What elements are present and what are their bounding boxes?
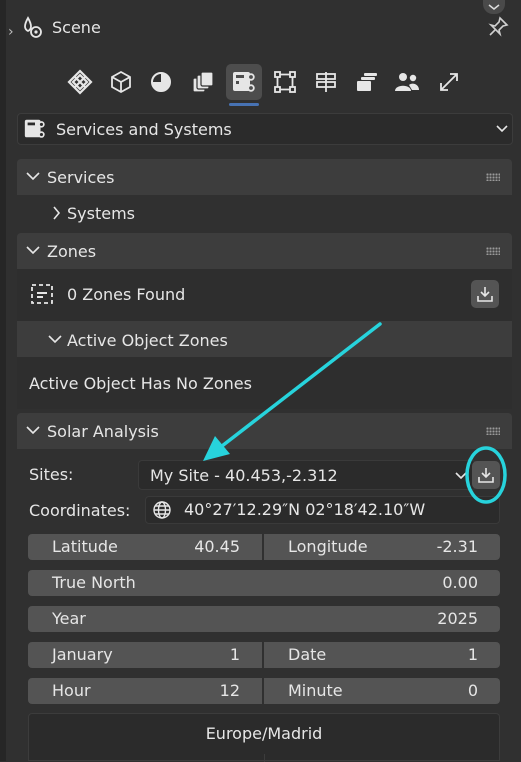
annotation-arrow [220,322,382,448]
annotation-arrowhead [203,436,230,461]
annotation-overlay [203,322,507,504]
annotation-circle [465,446,507,504]
